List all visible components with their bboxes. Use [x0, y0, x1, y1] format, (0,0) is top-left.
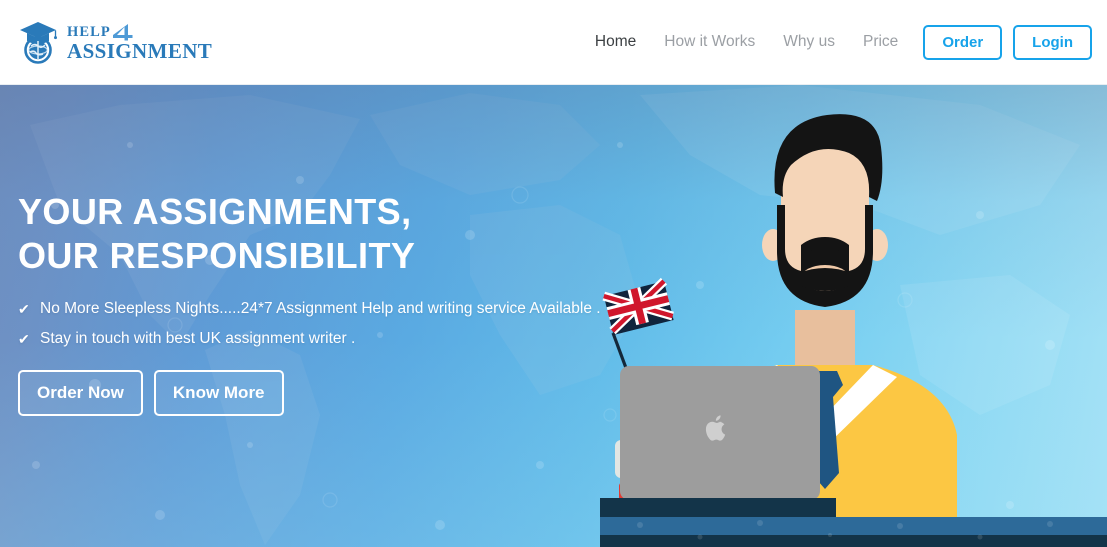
nav-link-why-us[interactable]: Why us — [769, 33, 849, 51]
check-icon: ✔ — [18, 331, 30, 347]
hero-title: YOUR ASSIGNMENTS, OUR RESPONSIBILITY — [18, 190, 638, 278]
login-button[interactable]: Login — [1013, 24, 1092, 60]
site-logo[interactable]: HELP ASSIGNMENT — [16, 19, 212, 65]
hero-banner: YOUR ASSIGNMENTS, OUR RESPONSIBILITY ✔ N… — [0, 85, 1107, 547]
nav-link-how-it-works[interactable]: How it Works — [650, 33, 769, 51]
hero-bullet-text: Stay in touch with best UK assignment wr… — [40, 330, 356, 347]
hero-cta-group: Order Now Know More — [18, 370, 638, 416]
nav-link-price[interactable]: Price — [849, 33, 912, 51]
hero-title-line-1: YOUR ASSIGNMENTS, — [18, 191, 412, 232]
nav-link-home[interactable]: Home — [581, 33, 650, 51]
know-more-button[interactable]: Know More — [153, 370, 284, 416]
hero-title-line-2: OUR RESPONSIBILITY — [18, 235, 416, 276]
laptop-base — [600, 498, 836, 520]
check-icon: ✔ — [18, 301, 30, 317]
globe-graduation-cap-icon — [16, 19, 60, 65]
order-button[interactable]: Order — [923, 24, 1003, 60]
main-navigation: Home How it Works Why us Price Order Log… — [581, 24, 1092, 60]
hero-bullet-item: ✔ Stay in touch with best UK assignment … — [18, 326, 638, 352]
hero-bullet-item: ✔ No More Sleepless Nights.....24*7 Assi… — [18, 296, 638, 322]
logo-wordmark: HELP ASSIGNMENT — [67, 23, 212, 62]
landing-page: HELP ASSIGNMENT Home How it Works Why us… — [0, 0, 1107, 547]
desk-front — [600, 535, 1107, 547]
logo-numeral-four-icon — [112, 23, 134, 41]
order-now-button[interactable]: Order Now — [18, 370, 143, 416]
hero-content: YOUR ASSIGNMENTS, OUR RESPONSIBILITY ✔ N… — [18, 190, 638, 416]
logo-assignment-text: ASSIGNMENT — [67, 38, 213, 63]
site-header: HELP ASSIGNMENT Home How it Works Why us… — [0, 0, 1107, 85]
hero-bullet-text: No More Sleepless Nights.....24*7 Assign… — [40, 300, 601, 317]
logo-help-text: HELP — [67, 24, 111, 40]
hero-bullet-list: ✔ No More Sleepless Nights.....24*7 Assi… — [18, 296, 638, 352]
